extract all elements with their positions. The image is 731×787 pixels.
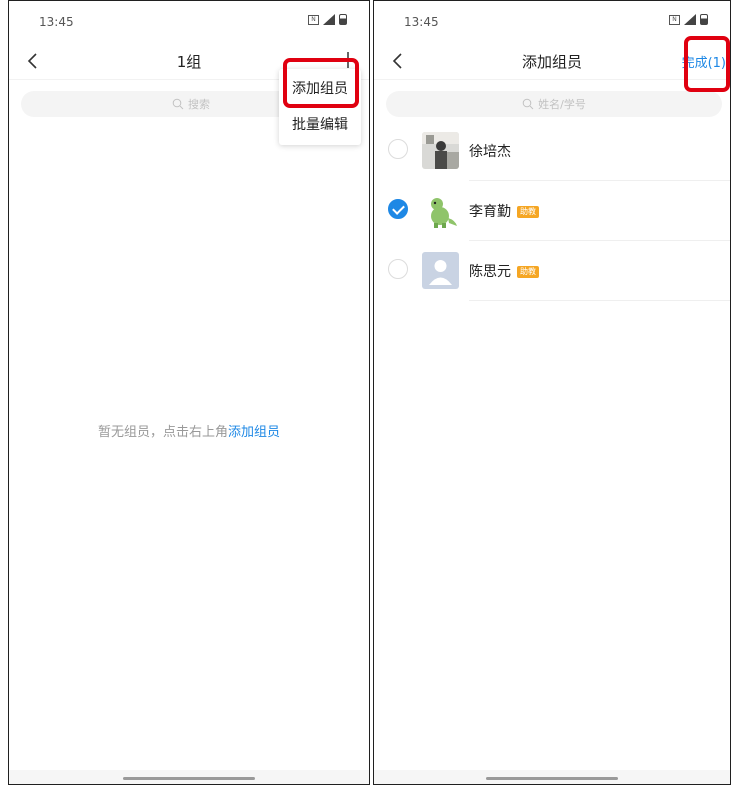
search-icon — [522, 98, 534, 110]
member-checkbox[interactable] — [388, 259, 408, 279]
add-member-link[interactable]: 添加组员 — [228, 425, 280, 440]
ta-badge: 助教 — [517, 266, 539, 278]
battery-icon — [700, 14, 708, 25]
home-handle[interactable] — [486, 777, 618, 780]
menu-item-batch-edit[interactable]: 批量编辑 — [279, 107, 361, 143]
status-icons: N — [308, 14, 347, 25]
member-name: 李育勤 助教 — [469, 201, 539, 221]
nfc-icon: N — [669, 14, 680, 25]
search-icon — [172, 98, 184, 110]
navbar: 添加组员 完成(1) — [374, 43, 730, 80]
status-bar: 13:45 N — [9, 1, 369, 41]
search-placeholder: 搜索 — [188, 98, 210, 111]
plus-icon[interactable] — [337, 49, 359, 71]
done-button[interactable]: 完成(1) — [682, 52, 726, 71]
search-input[interactable]: 姓名/学号 — [386, 91, 722, 117]
page-title: 添加组员 — [521, 53, 582, 71]
member-row[interactable]: 李育勤 助教 — [374, 181, 730, 241]
dinosaur-avatar-icon — [422, 192, 459, 229]
member-list: 徐培杰 李育勤 助教 陈思元 助教 — [374, 121, 730, 301]
signal-4g-icon — [684, 14, 696, 25]
battery-icon — [339, 14, 347, 25]
member-row[interactable]: 徐培杰 — [374, 121, 730, 181]
add-dropdown-menu: 添加组员 批量编辑 — [279, 69, 361, 145]
add-members-screen: 13:45 N 添加组员 完成(1) 姓名/学号 徐培杰 李育勤 助教 陈思元 … — [373, 0, 731, 785]
default-user-avatar-icon — [422, 252, 459, 289]
member-checkbox-checked[interactable] — [388, 199, 408, 219]
status-time: 13:45 — [404, 15, 439, 29]
empty-state-message: 暂无组员，点击右上角添加组员 — [9, 421, 369, 440]
empty-state-text: 暂无组员，点击右上角 — [97, 425, 228, 440]
row-divider — [469, 300, 730, 301]
home-handle[interactable] — [123, 777, 255, 780]
status-icons: N — [669, 14, 708, 25]
status-time: 13:45 — [39, 15, 74, 29]
gesture-bar — [374, 770, 730, 784]
member-row[interactable]: 陈思元 助教 — [374, 241, 730, 301]
ta-badge: 助教 — [517, 206, 539, 218]
nfc-icon: N — [308, 14, 319, 25]
member-name: 徐培杰 — [469, 144, 511, 160]
member-name: 陈思元 助教 — [469, 261, 539, 281]
group-detail-screen: 13:45 N 1组 搜索 添加组员 批量编辑 暂无组员，点击右上角添加组员 — [8, 0, 370, 785]
status-bar: 13:45 N — [374, 1, 730, 41]
gesture-bar — [9, 770, 369, 784]
signal-4g-icon — [323, 14, 335, 25]
member-checkbox[interactable] — [388, 139, 408, 159]
photo-avatar-icon — [422, 132, 459, 169]
menu-item-add-member[interactable]: 添加组员 — [279, 71, 361, 107]
search-placeholder: 姓名/学号 — [538, 98, 586, 111]
